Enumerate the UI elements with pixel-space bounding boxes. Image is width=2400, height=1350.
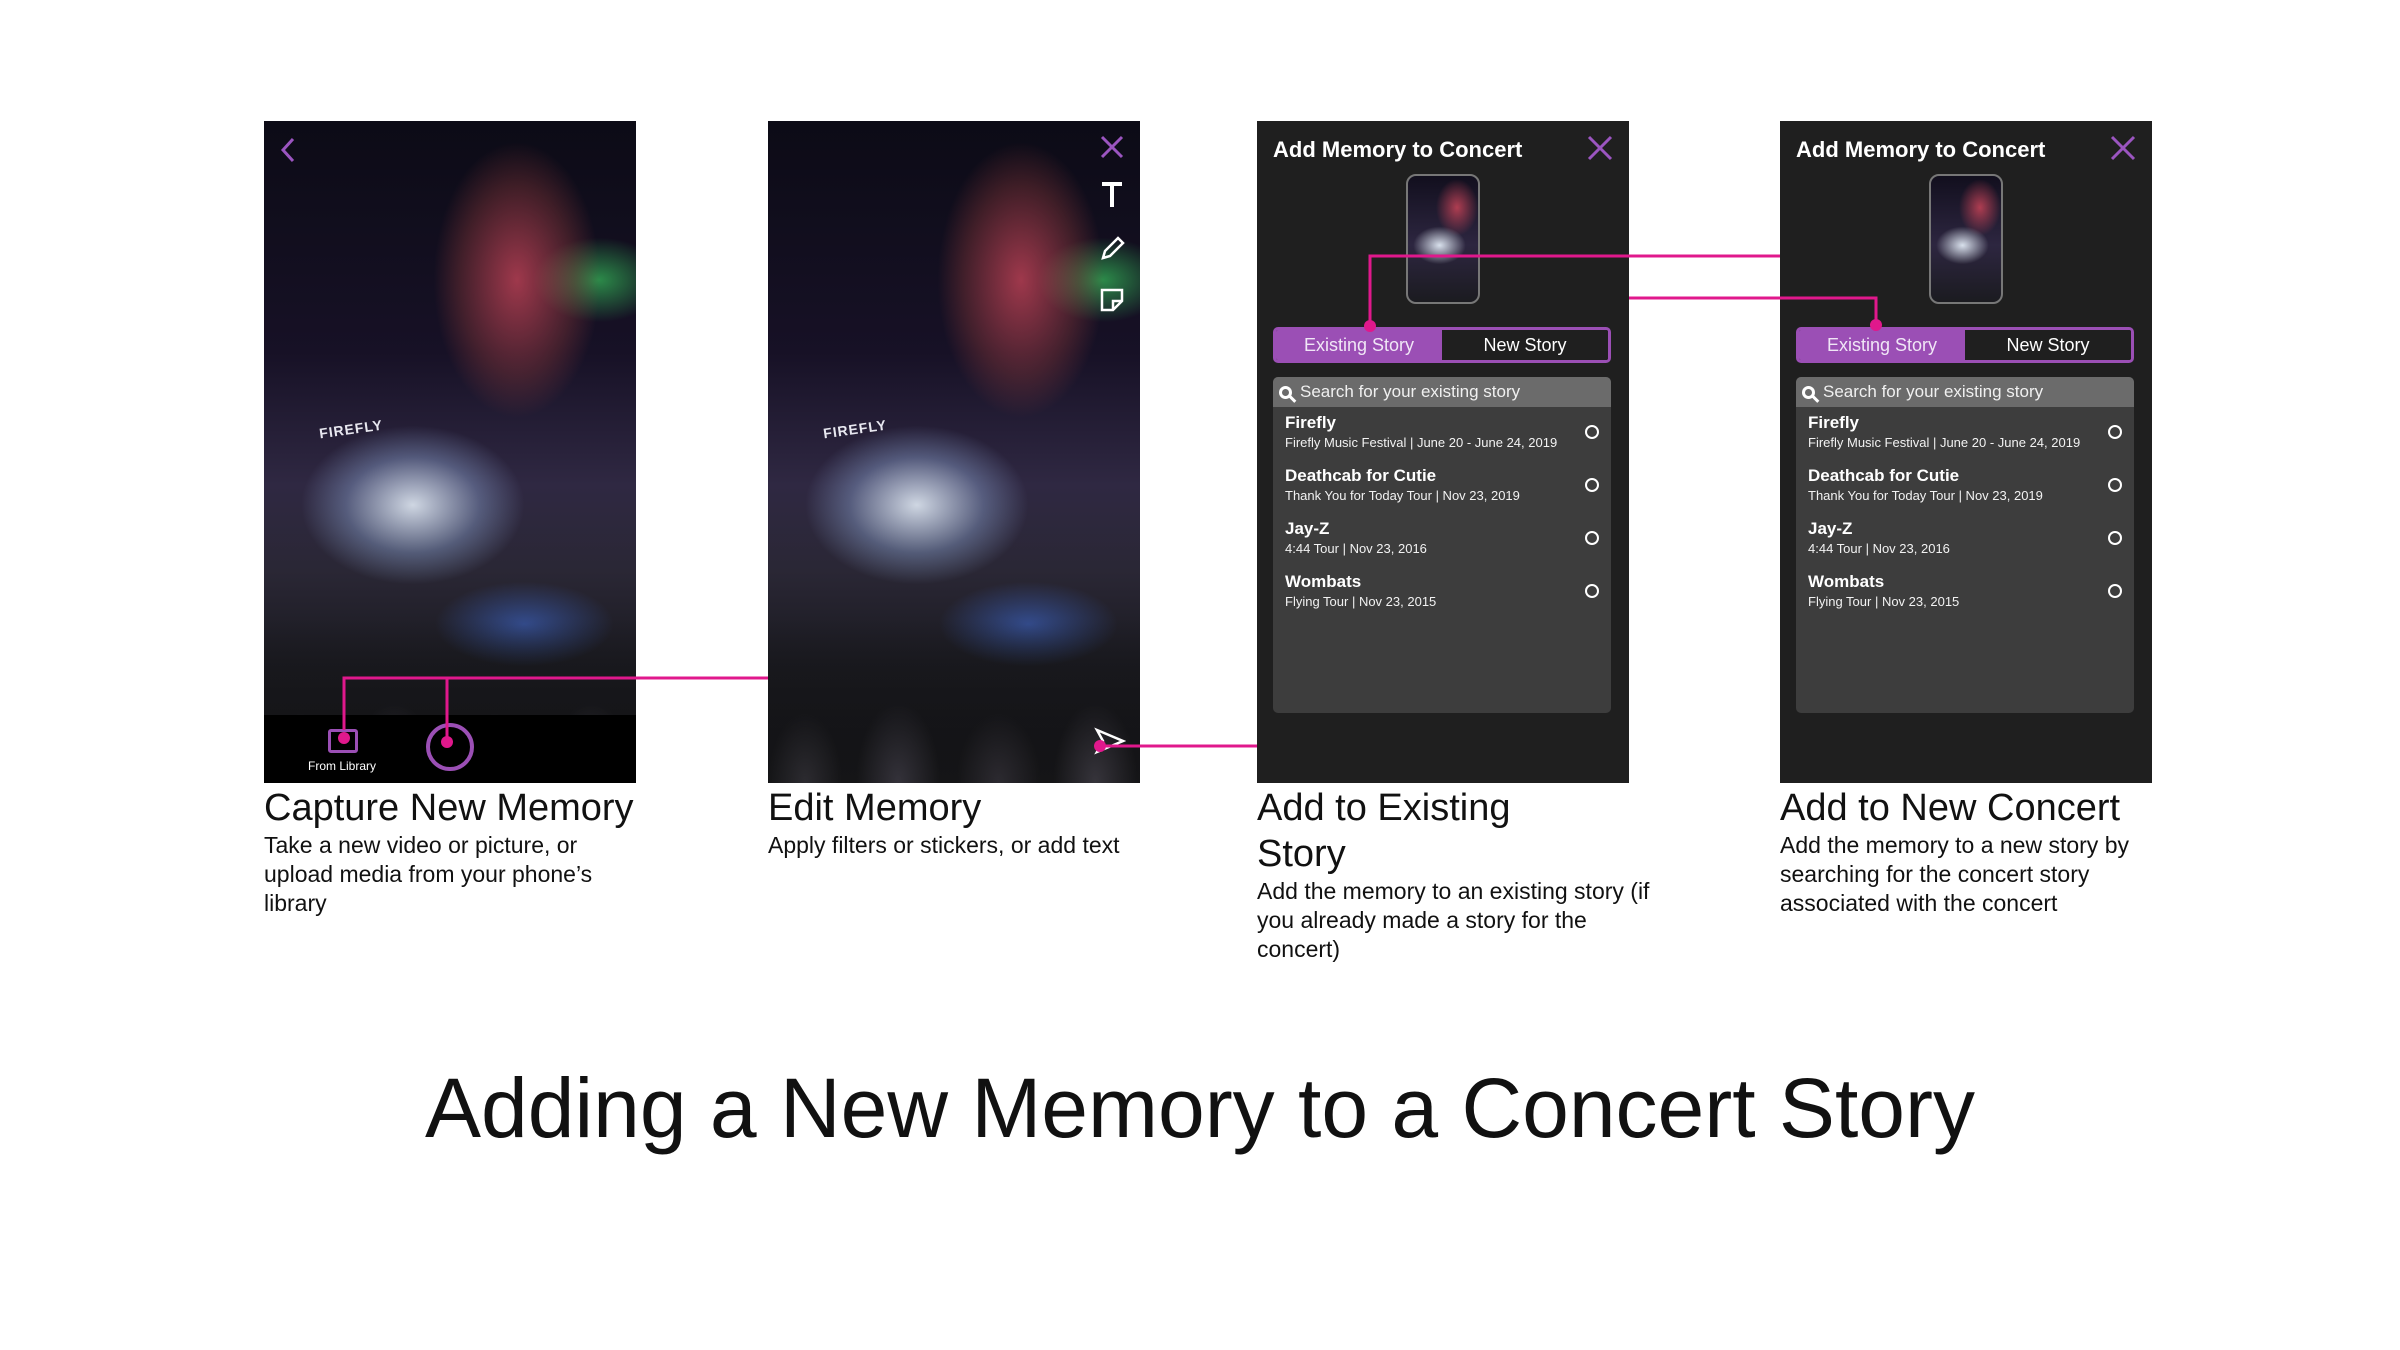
from-library-label[interactable]: From Library <box>308 759 376 773</box>
radio-button[interactable] <box>1585 425 1599 439</box>
list-item[interactable]: Jay-Z 4:44 Tour | Nov 23, 2016 <box>1796 513 2134 566</box>
caption-add-existing: Add to Existing Story Add the memory to … <box>1257 785 1657 964</box>
item-subtitle: Thank You for Today Tour | Nov 23, 2019 <box>1285 488 1520 503</box>
item-subtitle: Flying Tour | Nov 23, 2015 <box>1285 594 1437 609</box>
memory-thumbnail <box>1406 174 1480 304</box>
screen-capture: FIREFLY From Library <box>264 121 636 783</box>
item-title: Deathcab for Cutie <box>1808 466 1960 485</box>
caption-capture: Capture New Memory Take a new video or p… <box>264 785 644 918</box>
story-list-panel: Search for your existing story Firefly F… <box>1796 377 2134 713</box>
close-icon[interactable] <box>1585 133 1615 169</box>
caption-title: Add to New Concert <box>1780 787 2121 829</box>
story-list-panel: Search for your existing story Firefly F… <box>1273 377 1611 713</box>
radio-button[interactable] <box>2108 584 2122 598</box>
search-placeholder: Search for your existing story <box>1300 382 1521 401</box>
list-item[interactable]: Jay-Z 4:44 Tour | Nov 23, 2016 <box>1273 513 1611 566</box>
item-title: Jay-Z <box>1808 519 1853 538</box>
item-subtitle: Firefly Music Festival | June 20 - June … <box>1285 435 1558 450</box>
camera-bottom-bar: From Library <box>264 715 636 783</box>
page-title: Adding a New Memory to a Concert Story <box>425 1061 1975 1155</box>
caption-description: Add the memory to an existing story (if … <box>1257 878 1650 962</box>
send-icon[interactable] <box>1094 727 1127 761</box>
screen-title: Add Memory to Concert <box>1796 137 2046 162</box>
search-placeholder: Search for your existing story <box>1823 382 2044 401</box>
item-title: Wombats <box>1285 572 1362 591</box>
tab-new-story[interactable]: New Story <box>1965 330 2131 360</box>
pencil-icon[interactable] <box>1098 235 1126 269</box>
story-type-toggle[interactable]: Existing Story New Story <box>1796 327 2134 363</box>
close-icon[interactable] <box>2108 133 2138 169</box>
item-subtitle: Thank You for Today Tour | Nov 23, 2019 <box>1808 488 2043 503</box>
search-icon <box>1279 385 1292 399</box>
shutter-button[interactable] <box>426 723 474 771</box>
search-input[interactable]: Search for your existing story <box>1796 377 2134 407</box>
story-type-toggle[interactable]: Existing Story New Story <box>1273 327 1611 363</box>
item-subtitle: 4:44 Tour | Nov 23, 2016 <box>1808 541 1950 556</box>
radio-button[interactable] <box>2108 425 2122 439</box>
photo-library-icon[interactable] <box>328 729 358 753</box>
list-item[interactable]: Firefly Firefly Music Festival | June 20… <box>1796 407 2134 460</box>
item-subtitle: Firefly Music Festival | June 20 - June … <box>1808 435 2081 450</box>
screen-title: Add Memory to Concert <box>1273 137 1523 162</box>
radio-button[interactable] <box>1585 531 1599 545</box>
screen-edit: FIREFLY <box>768 121 1140 783</box>
item-title: Firefly <box>1285 413 1337 432</box>
tab-new-story[interactable]: New Story <box>1442 330 1608 360</box>
list-item[interactable]: Deathcab for Cutie Thank You for Today T… <box>1796 460 2134 513</box>
caption-description: Apply filters or stickers, or add text <box>768 832 1120 858</box>
caption-edit: Edit Memory Apply filters or stickers, o… <box>768 785 1148 860</box>
item-title: Firefly <box>1808 413 1860 432</box>
screen-add-new: Add Memory to Concert Existing Story New… <box>1780 121 2152 783</box>
radio-button[interactable] <box>1585 478 1599 492</box>
tab-existing-story[interactable]: Existing Story <box>1799 330 1965 360</box>
item-title: Wombats <box>1808 572 1885 591</box>
list-item[interactable]: Firefly Firefly Music Festival | June 20… <box>1273 407 1611 460</box>
caption-description: Add the memory to a new story by searchi… <box>1780 832 2129 916</box>
caption-title: Edit Memory <box>768 787 982 829</box>
screen-add-existing: Add Memory to Concert Existing Story New… <box>1257 121 1629 783</box>
list-item[interactable]: Deathcab for Cutie Thank You for Today T… <box>1273 460 1611 513</box>
search-input[interactable]: Search for your existing story <box>1273 377 1611 407</box>
item-subtitle: Flying Tour | Nov 23, 2015 <box>1808 594 1960 609</box>
text-icon[interactable] <box>1099 181 1125 215</box>
radio-button[interactable] <box>2108 478 2122 492</box>
list-item[interactable]: Wombats Flying Tour | Nov 23, 2015 <box>1796 566 2134 619</box>
close-icon[interactable] <box>1098 133 1126 167</box>
search-icon <box>1802 385 1815 399</box>
radio-button[interactable] <box>2108 531 2122 545</box>
caption-description: Take a new video or picture, or upload m… <box>264 832 593 916</box>
item-title: Jay-Z <box>1285 519 1330 538</box>
item-title: Deathcab for Cutie <box>1285 466 1437 485</box>
caption-add-new: Add to New Concert Add the memory to a n… <box>1780 785 2180 918</box>
item-subtitle: 4:44 Tour | Nov 23, 2016 <box>1285 541 1427 556</box>
tab-existing-story[interactable]: Existing Story <box>1276 330 1442 360</box>
memory-thumbnail <box>1929 174 2003 304</box>
crowd-silhouette <box>768 617 1140 783</box>
radio-button[interactable] <box>1585 584 1599 598</box>
sticker-icon[interactable] <box>1099 287 1125 319</box>
caption-title: Add to Existing Story <box>1257 787 1511 875</box>
caption-title: Capture New Memory <box>264 787 634 829</box>
chevron-left-icon[interactable] <box>278 135 298 171</box>
list-item[interactable]: Wombats Flying Tour | Nov 23, 2015 <box>1273 566 1611 619</box>
